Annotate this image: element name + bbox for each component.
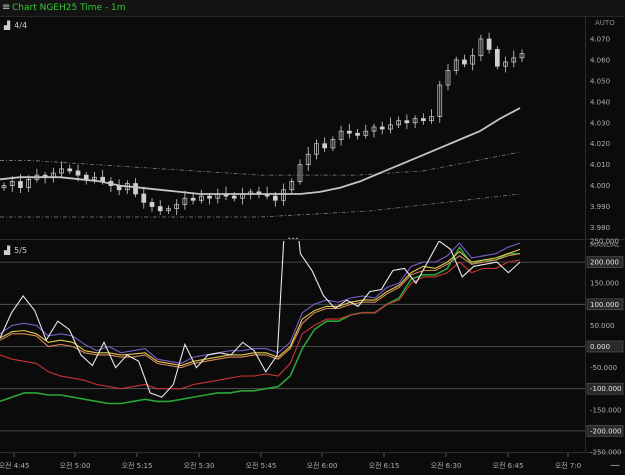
candle-body [149,202,155,207]
x-tick-label: 오전 5:15 [122,461,153,470]
x-tick-label: 오전 6:30 [431,461,462,470]
price-y-tick: 4.020 [590,140,610,148]
price-y-tick: 3.980 [590,224,610,232]
x-tick-label: 오전 5:45 [246,461,277,470]
candle-body [462,59,467,65]
x-tick-label: 오전 6:45 [493,461,524,470]
x-tick-label: 오전 5:30 [184,461,215,470]
candle-body [346,130,352,134]
indicator-y-tick: 150.000 [590,280,619,288]
price-y-tick: 4.000 [590,182,610,190]
candle-body [133,183,138,195]
indicator-series-line [0,241,521,398]
price-y-tick: 4.040 [590,98,610,106]
axes: 4.070 4.060 4.050 4.040 4.030 4.020 4.010 4.000… [0,35,624,470]
price-y-tick: 4.030 [590,119,610,127]
candle-body [486,38,492,50]
x-tick-label: 오전 6:15 [369,461,400,470]
indicator-y-tick: 0.000 [590,343,610,351]
price-y-tick: 4.070 [590,35,610,43]
price-y-tick: 4.060 [590,56,610,64]
candle-body [355,132,360,136]
indicator-y-tick: -100.000 [590,385,621,393]
x-tick-label: 오전 5:00 [60,461,91,470]
indicator-y-tick: -250.000 [590,449,621,457]
candle-body [141,193,147,203]
indicator-series-group [0,241,521,405]
chart-canvas[interactable]: 4.070 4.060 4.050 4.040 4.030 4.020 4.010 4.000… [0,0,625,475]
price-y-tick: 3.990 [590,203,610,211]
candle-body [404,120,410,124]
indicator-y-tick: -50.000 [590,364,617,372]
indicator-series-line [0,245,520,405]
candle-body [494,49,500,67]
price-y-tick: 4.010 [590,161,610,169]
candle-body [207,195,212,199]
x-tick-label: 오전 7:0 [555,461,581,470]
candle-body [75,170,81,176]
candle-body [272,195,278,201]
indicator-y-tick: 100.000 [590,301,619,309]
price-y-tick: 4.050 [590,77,610,85]
x-tick-label: 오전 6:00 [307,461,338,470]
candle-body [231,195,237,199]
indicator-y-tick: 250.000 [590,238,619,246]
candle-body [190,197,196,201]
candle-body [379,126,385,130]
x-tick-label: 오전 4:45 [0,461,29,470]
envelope-lower-line [0,193,521,218]
candle-body [322,143,328,149]
candle-body [420,118,426,122]
indicator-y-tick: 200.000 [590,259,619,267]
candle-body [83,174,89,180]
indicator-chart [0,241,521,405]
candle-body [67,168,73,172]
indicator-y-tick: -200.000 [590,427,621,435]
indicator-y-tick: -150.000 [590,406,621,414]
price-chart [0,32,525,218]
indicator-series-line [0,259,521,390]
candle-body [157,206,163,212]
zoom-out-button[interactable]: — [610,460,620,472]
indicator-y-tick: 50.000 [590,322,615,330]
indicator-series-line [0,242,521,364]
candle-body [18,181,23,189]
grid-lines [0,17,625,453]
